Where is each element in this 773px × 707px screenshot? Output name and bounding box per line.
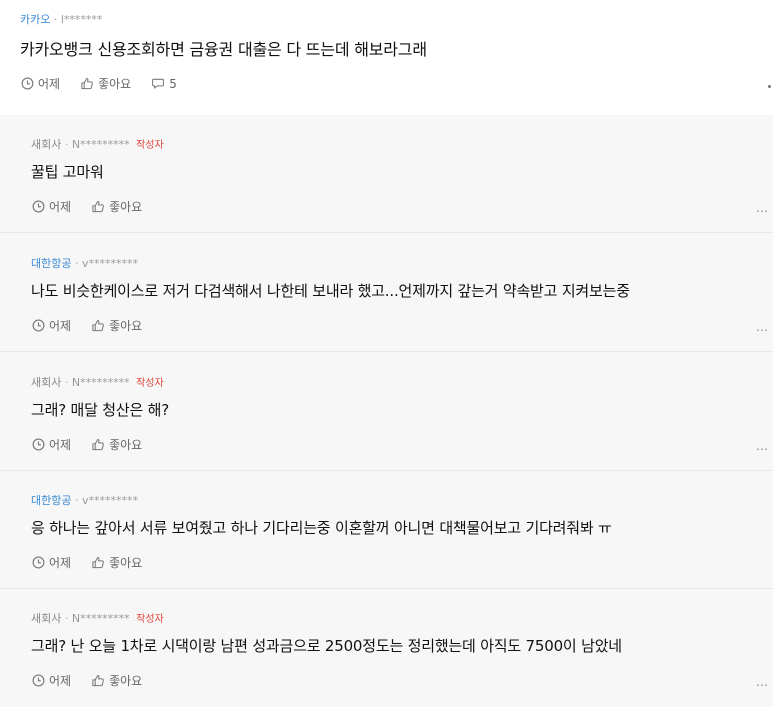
comment-time-label: 어제: [49, 556, 72, 570]
comment-item: 새회사 · N********* 작성자 그래? 매달 청산은 해? 어제 좋아…: [0, 353, 773, 471]
meta-separator: ·: [74, 257, 79, 270]
post-text: 카카오뱅크 신용조회하면 금융권 대출은 다 뜨는데 해보라그래: [20, 40, 427, 59]
clock-icon: [21, 77, 34, 90]
post-like-button[interactable]: 좋아요: [80, 75, 131, 92]
comment-time-label: 어제: [49, 438, 72, 452]
comment-time: 어제: [32, 436, 71, 453]
comment-item: 대한항공 · v********* 응 하나는 갚아서 서류 보여줬고 하나 기…: [0, 471, 773, 589]
comment-like-button[interactable]: 좋아요: [91, 317, 142, 334]
speech-bubble-icon: [152, 78, 165, 89]
thumbs-up-icon: [92, 319, 104, 332]
comment-meta: 새회사 · N********* 작성자: [31, 136, 164, 152]
comment-count-value: 5: [169, 76, 177, 91]
author-badge: 작성자: [136, 140, 164, 151]
comment-author: N*********: [71, 376, 130, 389]
comment-time: 어제: [32, 554, 71, 571]
meta-separator: ·: [53, 13, 58, 26]
comment-actions: 어제 좋아요: [32, 436, 162, 453]
comment-time-label: 어제: [49, 319, 72, 333]
comment-like-button[interactable]: 좋아요: [91, 436, 142, 453]
comment-meta: 새회사 · N********* 작성자: [31, 374, 164, 390]
post-author: l*******: [60, 13, 103, 26]
meta-separator: ·: [64, 612, 69, 625]
clock-icon: [32, 438, 45, 451]
meta-separator: ·: [64, 376, 69, 389]
comment-item: 새회사 · N********* 작성자 꿀팁 고마워 어제 좋아요 …: [0, 115, 773, 233]
thumbs-up-icon: [92, 438, 104, 451]
comment-meta: 새회사 · N********* 작성자: [31, 610, 164, 626]
comment-actions: 어제 좋아요: [32, 554, 162, 571]
meta-separator: ·: [64, 138, 69, 151]
comment-company[interactable]: 새회사: [31, 138, 61, 151]
thumbs-up-icon: [92, 556, 104, 569]
comment-time: 어제: [32, 198, 71, 215]
more-dots-icon[interactable]: …: [756, 675, 769, 689]
comment-like-button[interactable]: 좋아요: [91, 198, 142, 215]
comment-meta: 대한항공 · v*********: [31, 255, 141, 271]
post-company[interactable]: 카카오: [20, 13, 50, 26]
original-post: 카카오 · l******* 카카오뱅크 신용조회하면 금융권 대출은 다 뜨는…: [0, 0, 773, 115]
clock-icon: [32, 200, 45, 213]
comment-company[interactable]: 새회사: [31, 612, 61, 625]
comment-like-label: 좋아요: [109, 200, 143, 214]
comment-like-label: 좋아요: [109, 438, 143, 452]
comment-item: 새회사 · N********* 작성자 그래? 난 오늘 1차로 시댁이랑 남…: [0, 589, 773, 707]
comment-author: N*********: [71, 612, 130, 625]
thumbs-up-icon: [92, 674, 104, 687]
comment-author: v*********: [81, 257, 138, 270]
comment-author: N*********: [71, 138, 130, 151]
comment-company[interactable]: 대한항공: [31, 257, 71, 270]
thumbs-up-icon: [92, 200, 104, 213]
comment-text: 꿀팁 고마워: [31, 163, 104, 181]
author-badge: 작성자: [136, 614, 164, 625]
thread-page: 카카오 · l******* 카카오뱅크 신용조회하면 금융권 대출은 다 뜨는…: [0, 0, 773, 707]
comment-time: 어제: [32, 317, 71, 334]
comment-actions: 어제 좋아요: [32, 672, 162, 689]
comment-like-button[interactable]: 좋아요: [91, 672, 142, 689]
post-actions: 어제 좋아요 5: [21, 75, 197, 92]
post-time-label: 어제: [38, 77, 61, 91]
comment-author: v*********: [81, 494, 138, 507]
comment-meta: 대한항공 · v*********: [31, 492, 141, 508]
more-dots-icon[interactable]: [768, 85, 771, 88]
clock-icon: [32, 674, 45, 687]
post-like-label: 좋아요: [98, 77, 132, 91]
comment-like-label: 좋아요: [109, 319, 143, 333]
post-meta: 카카오 · l*******: [20, 11, 102, 27]
comment-item: 대한항공 · v********* 나도 비슷한케이스로 저거 다검색해서 나한…: [0, 234, 773, 352]
clock-icon: [32, 319, 45, 332]
comment-actions: 어제 좋아요: [32, 198, 162, 215]
comment-time: 어제: [32, 672, 71, 689]
comment-like-button[interactable]: 좋아요: [91, 554, 142, 571]
comment-text: 그래? 난 오늘 1차로 시댁이랑 남편 성과금으로 2500정도는 정리했는데…: [31, 637, 622, 655]
comment-like-label: 좋아요: [109, 556, 143, 570]
clock-icon: [32, 556, 45, 569]
comment-company[interactable]: 대한항공: [31, 494, 71, 507]
comment-company[interactable]: 새회사: [31, 376, 61, 389]
meta-separator: ·: [74, 494, 79, 507]
thumbs-up-icon: [81, 77, 93, 90]
more-dots-icon[interactable]: …: [756, 320, 769, 334]
comment-text: 나도 비슷한케이스로 저거 다검색해서 나한테 보내라 했고...언제까지 갚는…: [31, 282, 630, 300]
post-time: 어제: [21, 75, 60, 92]
more-dots-icon[interactable]: …: [756, 201, 769, 215]
comment-like-label: 좋아요: [109, 674, 143, 688]
more-dots-icon[interactable]: …: [756, 439, 769, 453]
comment-time-label: 어제: [49, 200, 72, 214]
author-badge: 작성자: [136, 378, 164, 389]
comment-time-label: 어제: [49, 674, 72, 688]
comment-text: 응 하나는 갚아서 서류 보여줬고 하나 기다리는중 이혼할꺼 아니면 대책물어…: [31, 519, 612, 537]
comment-actions: 어제 좋아요: [32, 317, 162, 334]
post-comment-count[interactable]: 5: [151, 77, 177, 91]
comment-list: 새회사 · N********* 작성자 꿀팁 고마워 어제 좋아요 … 대한항…: [0, 115, 773, 707]
comment-text: 그래? 매달 청산은 해?: [31, 401, 170, 419]
